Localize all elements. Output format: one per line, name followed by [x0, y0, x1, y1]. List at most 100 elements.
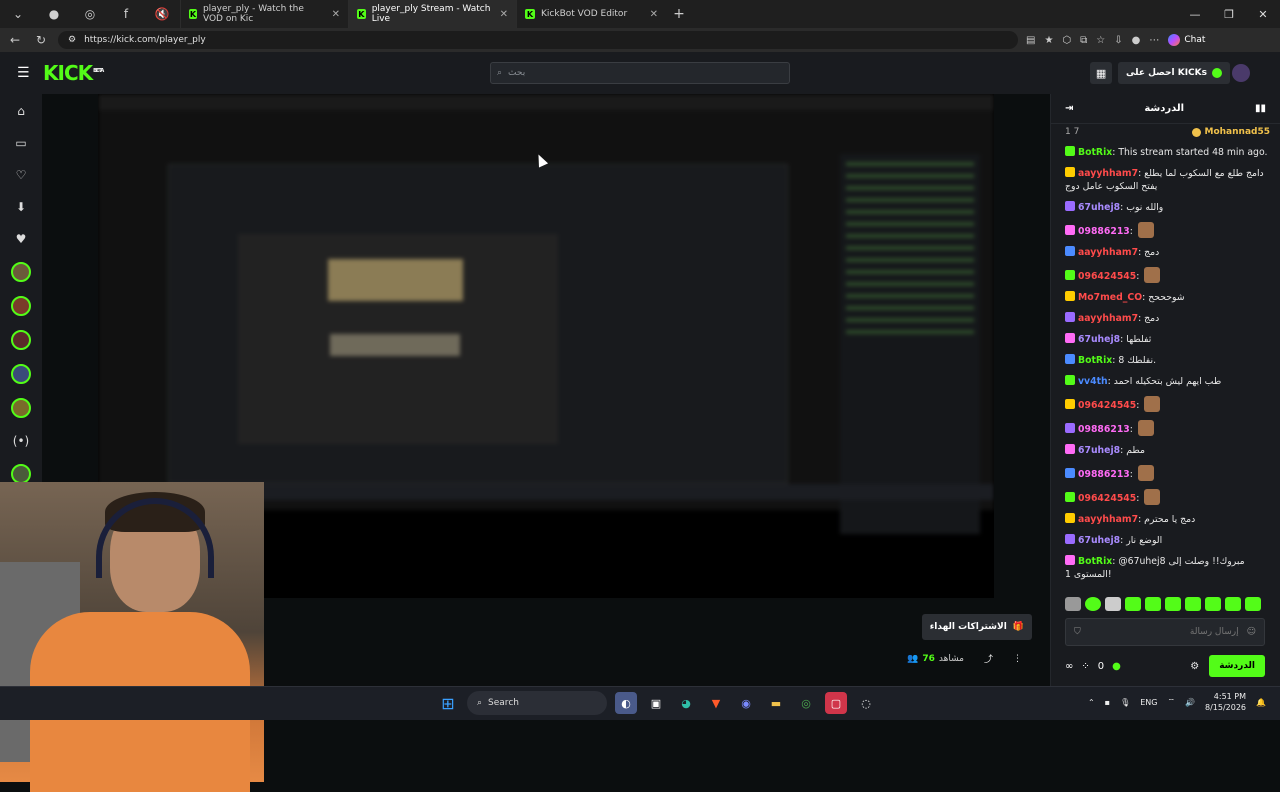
collapse-chat-icon[interactable]: ⇥ [1065, 103, 1073, 114]
kick-points[interactable]: ∞ ⁘ 0 ● [1065, 661, 1121, 672]
chat-username[interactable]: Mo7med_CO [1078, 292, 1142, 303]
recommended-channel-avatar[interactable] [11, 464, 31, 484]
emote-icon[interactable] [1205, 597, 1221, 611]
tab-list-chevron-icon[interactable]: ⌄ [0, 0, 36, 28]
chat-username[interactable]: 67uhej8 [1078, 202, 1120, 213]
chat-settings-gear-icon[interactable]: ⚙ [1190, 661, 1199, 672]
send-chat-button[interactable]: الدردشة [1209, 655, 1265, 677]
favorites-icon[interactable]: ☆ [1096, 35, 1105, 46]
gift-subs-button[interactable]: الاشتراكات الهداء 🎁 [921, 614, 1032, 640]
downloads-icon[interactable]: ⇩ [1114, 35, 1122, 46]
pinned-tab-facebook[interactable]: f [108, 0, 144, 28]
chat-username[interactable]: 09886213 [1078, 424, 1130, 435]
brave-icon[interactable]: ▼ [705, 692, 727, 714]
followed-channel-avatar[interactable] [11, 262, 31, 282]
network-icon[interactable]: ⌔ [1168, 697, 1176, 707]
restore-icon[interactable]: ❐ [1212, 8, 1246, 21]
file-explorer-icon[interactable]: ▬ [765, 692, 787, 714]
pinned-tab-muted[interactable]: 🔇 [144, 0, 180, 28]
search-input[interactable]: ⌕ بحث [490, 62, 790, 84]
browse-icon[interactable]: ▭ [12, 134, 30, 152]
chat-username[interactable]: 096424545 [1078, 271, 1136, 282]
emoji-picker-icon[interactable]: ☺ [1247, 627, 1256, 637]
close-window-icon[interactable]: ✕ [1246, 8, 1280, 21]
site-info-icon[interactable]: ⚙ [68, 35, 76, 45]
tray-app-icon[interactable]: ▪ [1105, 698, 1110, 707]
tray-chevron-icon[interactable]: ⌃ [1088, 698, 1095, 707]
language-indicator[interactable]: ENG [1140, 698, 1157, 707]
emote-icon[interactable] [1145, 597, 1161, 611]
task-view-icon[interactable]: ▣ [645, 692, 667, 714]
windows-start-icon[interactable]: ⊞ [437, 692, 459, 714]
obs-app-icon[interactable]: ▢ [825, 692, 847, 714]
split-screen-icon[interactable]: ⧉ [1080, 35, 1087, 46]
chat-message-input[interactable]: ⛉ ☺ [1065, 618, 1265, 646]
home-icon[interactable]: ⌂ [12, 102, 30, 120]
refresh-icon[interactable]: ↻ [32, 33, 50, 47]
followed-channel-avatar[interactable] [11, 296, 31, 316]
pinned-tab-r[interactable]: ● [36, 0, 72, 28]
chat-username[interactable]: aayyhham7 [1078, 247, 1138, 258]
chat-username[interactable]: 67uhej8 [1078, 535, 1120, 546]
minimize-icon[interactable]: — [1178, 8, 1212, 21]
emote-icon[interactable] [1065, 597, 1081, 611]
chrome-icon[interactable]: ◎ [795, 692, 817, 714]
shield-icon[interactable]: ⛉ [1074, 627, 1081, 637]
chat-username[interactable]: 096424545 [1078, 493, 1136, 504]
tab-stream[interactable]: K player_ply Stream - Watch Live ✕ [348, 0, 516, 28]
chat-username[interactable]: aayyhham7 [1078, 514, 1138, 525]
edge-icon[interactable]: ◕ [675, 692, 697, 714]
menu-hamburger-icon[interactable]: ☰ [17, 65, 37, 81]
clips-icon[interactable]: ⬇ [12, 198, 30, 216]
kick-logo[interactable]: KICKBETA [43, 61, 104, 85]
more-menu-icon[interactable]: ⋯ [1149, 35, 1159, 46]
emote-icon[interactable] [1105, 597, 1121, 611]
tab-vod[interactable]: K player_ply - Watch the VOD on Kic ✕ [180, 0, 348, 28]
close-icon[interactable]: ✕ [650, 9, 658, 20]
layout-icon[interactable]: ▦ [1090, 62, 1113, 84]
clock[interactable]: 4:51 PM 8/15/2026 [1205, 691, 1246, 713]
chat-username[interactable]: 67uhej8 [1078, 445, 1120, 456]
user-avatar[interactable] [1232, 64, 1250, 82]
copilot-chat-button[interactable]: Chat [1168, 34, 1205, 46]
obs-icon[interactable]: ◌ [855, 692, 877, 714]
chat-username[interactable]: 67uhej8 [1078, 334, 1120, 345]
top-gifter[interactable]: Mohannad55 [1191, 127, 1270, 137]
emote-icon[interactable] [1125, 597, 1141, 611]
emote-icon[interactable] [1165, 597, 1181, 611]
chat-username[interactable]: BotRix [1078, 556, 1112, 567]
get-kicks-button[interactable]: احصل على KICKs [1118, 62, 1230, 84]
volume-icon[interactable]: 🔊 [1185, 698, 1195, 707]
share-icon[interactable]: ⤴ [984, 652, 993, 665]
close-icon[interactable]: ✕ [332, 9, 340, 20]
emote-icon[interactable] [1225, 597, 1241, 611]
close-icon[interactable]: ✕ [500, 9, 508, 20]
reader-icon[interactable]: ▤ [1026, 35, 1035, 46]
chat-username[interactable]: 096424545 [1078, 400, 1136, 411]
following-heart-icon[interactable]: ♡ [12, 166, 30, 184]
emote-icon[interactable] [1245, 597, 1261, 611]
chat-username[interactable]: BotRix [1078, 355, 1112, 366]
new-tab-plus-icon[interactable]: + [666, 6, 692, 22]
message-field[interactable] [1088, 627, 1239, 637]
chat-username[interactable]: BotRix [1078, 147, 1112, 158]
followed-channel-avatar[interactable] [11, 398, 31, 418]
extensions-icon[interactable]: ⬡ [1062, 35, 1071, 46]
tab-kickbot[interactable]: K KickBot VOD Editor ✕ [516, 0, 666, 28]
profile-avatar-icon[interactable]: ● [1132, 35, 1141, 46]
pinned-tab-instagram[interactable]: ◎ [72, 0, 108, 28]
favorite-star-icon[interactable]: ★ [1044, 35, 1053, 46]
chat-username[interactable]: 09886213 [1078, 469, 1130, 480]
taskbar-search[interactable]: ⌕ Search [467, 691, 607, 715]
followed-heart-icon[interactable]: ♥ [12, 230, 30, 248]
more-options-icon[interactable]: ⋮ [1013, 654, 1022, 664]
notification-bell-icon[interactable]: 🔔 [1256, 698, 1266, 707]
chat-username[interactable]: aayyhham7 [1078, 313, 1138, 324]
url-field[interactable]: ⚙ https://kick.com/player_ply [58, 31, 1018, 49]
emote-icon[interactable] [1185, 597, 1201, 611]
recommended-icon[interactable]: (•) [12, 432, 30, 450]
microphone-icon[interactable]: 🎙 [1120, 698, 1130, 707]
widgets-icon[interactable]: ◐ [615, 692, 637, 714]
back-arrow-icon[interactable]: ← [6, 33, 24, 47]
chat-username[interactable]: vv4th [1078, 376, 1108, 387]
